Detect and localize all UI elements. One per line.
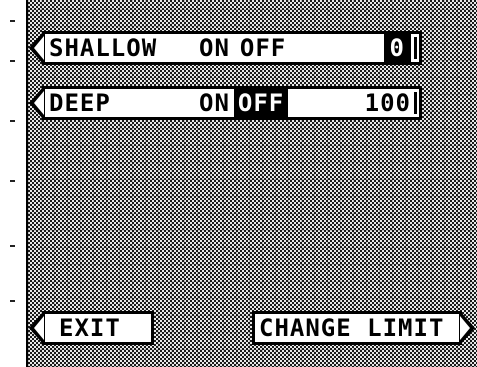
change-limit-button[interactable]: CHANGE LIMIT — [252, 311, 462, 345]
deep-alarm-value: 100 — [364, 89, 411, 117]
shallow-off-option[interactable]: OFF — [236, 34, 290, 62]
deep-alarm-row[interactable]: DEEP ON OFF 100 — [42, 86, 422, 120]
gutter-mark — [10, 245, 15, 247]
exit-button[interactable]: EXIT — [42, 311, 154, 345]
shallow-alarm-row[interactable]: SHALLOW ON OFF 0 — [42, 31, 422, 65]
exit-button-label: EXIT — [59, 314, 121, 342]
shallow-alarm-value: 0 — [383, 34, 411, 62]
shallow-value-box: 0 — [383, 34, 411, 62]
left-gutter — [0, 0, 26, 367]
gutter-mark — [10, 20, 15, 22]
gutter-mark — [10, 120, 15, 122]
gutter-mark — [10, 180, 15, 182]
row-end-tick — [414, 37, 417, 59]
row-end-tick — [414, 92, 417, 114]
shallow-on-option[interactable]: ON — [195, 34, 234, 62]
deep-off-option[interactable]: OFF — [233, 89, 289, 117]
lcd-screen: SHALLOW ON OFF 0 DEEP ON OFF 100 EXIT CH… — [26, 0, 477, 367]
gutter-mark — [10, 300, 15, 302]
change-limit-button-label: CHANGE LIMIT — [259, 314, 445, 342]
gutter-mark — [10, 60, 15, 62]
deep-alarm-label: DEEP — [49, 89, 111, 117]
shallow-alarm-label: SHALLOW — [49, 34, 158, 62]
deep-on-option[interactable]: ON — [195, 89, 234, 117]
